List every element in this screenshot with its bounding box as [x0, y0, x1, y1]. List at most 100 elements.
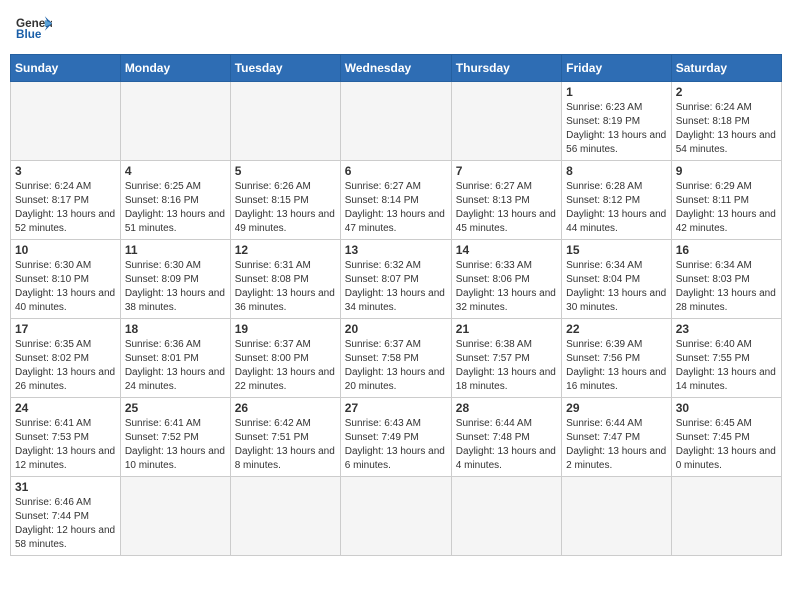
calendar-cell: 20Sunrise: 6:37 AM Sunset: 7:58 PM Dayli… — [340, 319, 451, 398]
day-info: Sunrise: 6:37 AM Sunset: 7:58 PM Dayligh… — [345, 338, 447, 394]
day-number: 8 — [566, 164, 667, 178]
calendar-cell — [120, 82, 230, 161]
calendar-cell: 19 Sunrise: 6:37 AM Sunset: 8:00 PM Dayli… — [230, 319, 340, 398]
day-info: Sunrise: 6:26 AM Sunset: 8:15 PM Dayligh… — [235, 180, 336, 236]
calendar-cell — [11, 82, 121, 161]
day-info: Sunrise: 6:27 AM Sunset: 8:14 PM Dayligh… — [345, 180, 447, 236]
day-number: 9 — [676, 164, 777, 178]
day-number: 15 — [566, 243, 667, 257]
day-info: Sunrise: 6:24 AM Sunset: 8:17 PM Dayligh… — [15, 180, 116, 236]
day-number: 19 — [235, 322, 336, 336]
calendar-cell: 25 Sunrise: 6:41 AM Sunset: 7:52 PM Dayli… — [120, 398, 230, 477]
calendar-cell: 10 Sunrise: 6:30 AM Sunset: 8:10 PM Dayli… — [11, 240, 121, 319]
day-of-week-header: Tuesday — [230, 55, 340, 82]
day-number: 1 — [566, 85, 667, 99]
day-number: 24 — [15, 401, 116, 415]
calendar-cell — [562, 477, 672, 556]
day-info: Sunrise: 6:34 AM Sunset: 8:04 PM Dayligh… — [566, 259, 667, 315]
day-info: Sunrise: 6:29 AM Sunset: 8:11 PM Dayligh… — [676, 180, 777, 236]
day-info: Sunrise: 6:44 AM Sunset: 7:47 PM Dayligh… — [566, 417, 667, 473]
calendar-week-row: 31Sunrise: 6:46 AM Sunset: 7:44 PM Dayli… — [11, 477, 782, 556]
calendar-cell: 15 Sunrise: 6:34 AM Sunset: 8:04 PM Dayli… — [562, 240, 672, 319]
day-number: 28 — [456, 401, 557, 415]
calendar-cell: 29Sunrise: 6:44 AM Sunset: 7:47 PM Dayli… — [562, 398, 672, 477]
calendar-week-row: 3 Sunrise: 6:24 AM Sunset: 8:17 PM Daylig… — [11, 161, 782, 240]
day-info: Sunrise: 6:35 AM Sunset: 8:02 PM Dayligh… — [15, 338, 116, 394]
day-info: Sunrise: 6:33 AM Sunset: 8:06 PM Dayligh… — [456, 259, 557, 315]
day-number: 13 — [345, 243, 447, 257]
calendar-cell: 1 Sunrise: 6:23 AM Sunset: 8:19 PM Daylig… — [562, 82, 672, 161]
calendar-week-row: 1 Sunrise: 6:23 AM Sunset: 8:19 PM Daylig… — [11, 82, 782, 161]
day-of-week-header: Friday — [562, 55, 672, 82]
day-of-week-header: Thursday — [451, 55, 561, 82]
calendar-cell: 6 Sunrise: 6:27 AM Sunset: 8:14 PM Daylig… — [340, 161, 451, 240]
calendar-cell: 9 Sunrise: 6:29 AM Sunset: 8:11 PM Daylig… — [671, 161, 781, 240]
calendar-cell: 16Sunrise: 6:34 AM Sunset: 8:03 PM Dayli… — [671, 240, 781, 319]
day-number: 17 — [15, 322, 116, 336]
calendar-cell — [451, 477, 561, 556]
calendar-cell: 31Sunrise: 6:46 AM Sunset: 7:44 PM Dayli… — [11, 477, 121, 556]
day-info: Sunrise: 6:41 AM Sunset: 7:53 PM Dayligh… — [15, 417, 116, 473]
day-number: 16 — [676, 243, 777, 257]
day-number: 12 — [235, 243, 336, 257]
day-info: Sunrise: 6:32 AM Sunset: 8:07 PM Dayligh… — [345, 259, 447, 315]
calendar-cell: 17 Sunrise: 6:35 AM Sunset: 8:02 PM Dayli… — [11, 319, 121, 398]
day-number: 6 — [345, 164, 447, 178]
calendar-cell: 11Sunrise: 6:30 AM Sunset: 8:09 PM Dayli… — [120, 240, 230, 319]
calendar-cell: 27Sunrise: 6:43 AM Sunset: 7:49 PM Dayli… — [340, 398, 451, 477]
calendar-cell: 4Sunrise: 6:25 AM Sunset: 8:16 PM Daylig… — [120, 161, 230, 240]
day-info: Sunrise: 6:38 AM Sunset: 7:57 PM Dayligh… — [456, 338, 557, 394]
day-info: Sunrise: 6:42 AM Sunset: 7:51 PM Dayligh… — [235, 417, 336, 473]
calendar-header-row: SundayMondayTuesdayWednesdayThursdayFrid… — [11, 55, 782, 82]
day-of-week-header: Sunday — [11, 55, 121, 82]
calendar-cell: 23 Sunrise: 6:40 AM Sunset: 7:55 PM Dayli… — [671, 319, 781, 398]
calendar-cell: 8 Sunrise: 6:28 AM Sunset: 8:12 PM Daylig… — [562, 161, 672, 240]
calendar-week-row: 24 Sunrise: 6:41 AM Sunset: 7:53 PM Dayli… — [11, 398, 782, 477]
calendar-cell: 28 Sunrise: 6:44 AM Sunset: 7:48 PM Dayli… — [451, 398, 561, 477]
calendar-cell: 5 Sunrise: 6:26 AM Sunset: 8:15 PM Daylig… — [230, 161, 340, 240]
day-number: 5 — [235, 164, 336, 178]
day-info: Sunrise: 6:30 AM Sunset: 8:10 PM Dayligh… — [15, 259, 116, 315]
day-number: 26 — [235, 401, 336, 415]
calendar-cell: 3 Sunrise: 6:24 AM Sunset: 8:17 PM Daylig… — [11, 161, 121, 240]
calendar-table: SundayMondayTuesdayWednesdayThursdayFrid… — [10, 54, 782, 556]
day-number: 14 — [456, 243, 557, 257]
calendar-cell: 18Sunrise: 6:36 AM Sunset: 8:01 PM Dayli… — [120, 319, 230, 398]
day-info: Sunrise: 6:45 AM Sunset: 7:45 PM Dayligh… — [676, 417, 777, 473]
day-info: Sunrise: 6:37 AM Sunset: 8:00 PM Dayligh… — [235, 338, 336, 394]
day-number: 22 — [566, 322, 667, 336]
calendar-cell: 13 Sunrise: 6:32 AM Sunset: 8:07 PM Dayli… — [340, 240, 451, 319]
calendar-cell — [340, 82, 451, 161]
day-info: Sunrise: 6:44 AM Sunset: 7:48 PM Dayligh… — [456, 417, 557, 473]
calendar-week-row: 17 Sunrise: 6:35 AM Sunset: 8:02 PM Dayli… — [11, 319, 782, 398]
day-number: 25 — [125, 401, 226, 415]
day-info: Sunrise: 6:40 AM Sunset: 7:55 PM Dayligh… — [676, 338, 777, 394]
calendar-cell: 30 Sunrise: 6:45 AM Sunset: 7:45 PM Dayli… — [671, 398, 781, 477]
day-info: Sunrise: 6:31 AM Sunset: 8:08 PM Dayligh… — [235, 259, 336, 315]
calendar-cell — [340, 477, 451, 556]
calendar-cell — [230, 82, 340, 161]
day-of-week-header: Wednesday — [340, 55, 451, 82]
day-number: 10 — [15, 243, 116, 257]
day-number: 23 — [676, 322, 777, 336]
day-number: 30 — [676, 401, 777, 415]
day-info: Sunrise: 6:25 AM Sunset: 8:16 PM Dayligh… — [125, 180, 226, 236]
day-number: 21 — [456, 322, 557, 336]
day-info: Sunrise: 6:41 AM Sunset: 7:52 PM Dayligh… — [125, 417, 226, 473]
day-of-week-header: Saturday — [671, 55, 781, 82]
day-info: Sunrise: 6:43 AM Sunset: 7:49 PM Dayligh… — [345, 417, 447, 473]
day-info: Sunrise: 6:39 AM Sunset: 7:56 PM Dayligh… — [566, 338, 667, 394]
day-number: 7 — [456, 164, 557, 178]
calendar-cell — [671, 477, 781, 556]
calendar-week-row: 10 Sunrise: 6:30 AM Sunset: 8:10 PM Dayli… — [11, 240, 782, 319]
day-info: Sunrise: 6:23 AM Sunset: 8:19 PM Dayligh… — [566, 101, 667, 157]
day-info: Sunrise: 6:28 AM Sunset: 8:12 PM Dayligh… — [566, 180, 667, 236]
calendar-cell — [230, 477, 340, 556]
logo: General Blue — [16, 14, 52, 42]
day-number: 3 — [15, 164, 116, 178]
calendar-cell: 22 Sunrise: 6:39 AM Sunset: 7:56 PM Dayli… — [562, 319, 672, 398]
calendar-cell: 26 Sunrise: 6:42 AM Sunset: 7:51 PM Dayli… — [230, 398, 340, 477]
calendar-cell: 21 Sunrise: 6:38 AM Sunset: 7:57 PM Dayli… — [451, 319, 561, 398]
day-info: Sunrise: 6:24 AM Sunset: 8:18 PM Dayligh… — [676, 101, 777, 157]
calendar-cell: 2Sunrise: 6:24 AM Sunset: 8:18 PM Daylig… — [671, 82, 781, 161]
